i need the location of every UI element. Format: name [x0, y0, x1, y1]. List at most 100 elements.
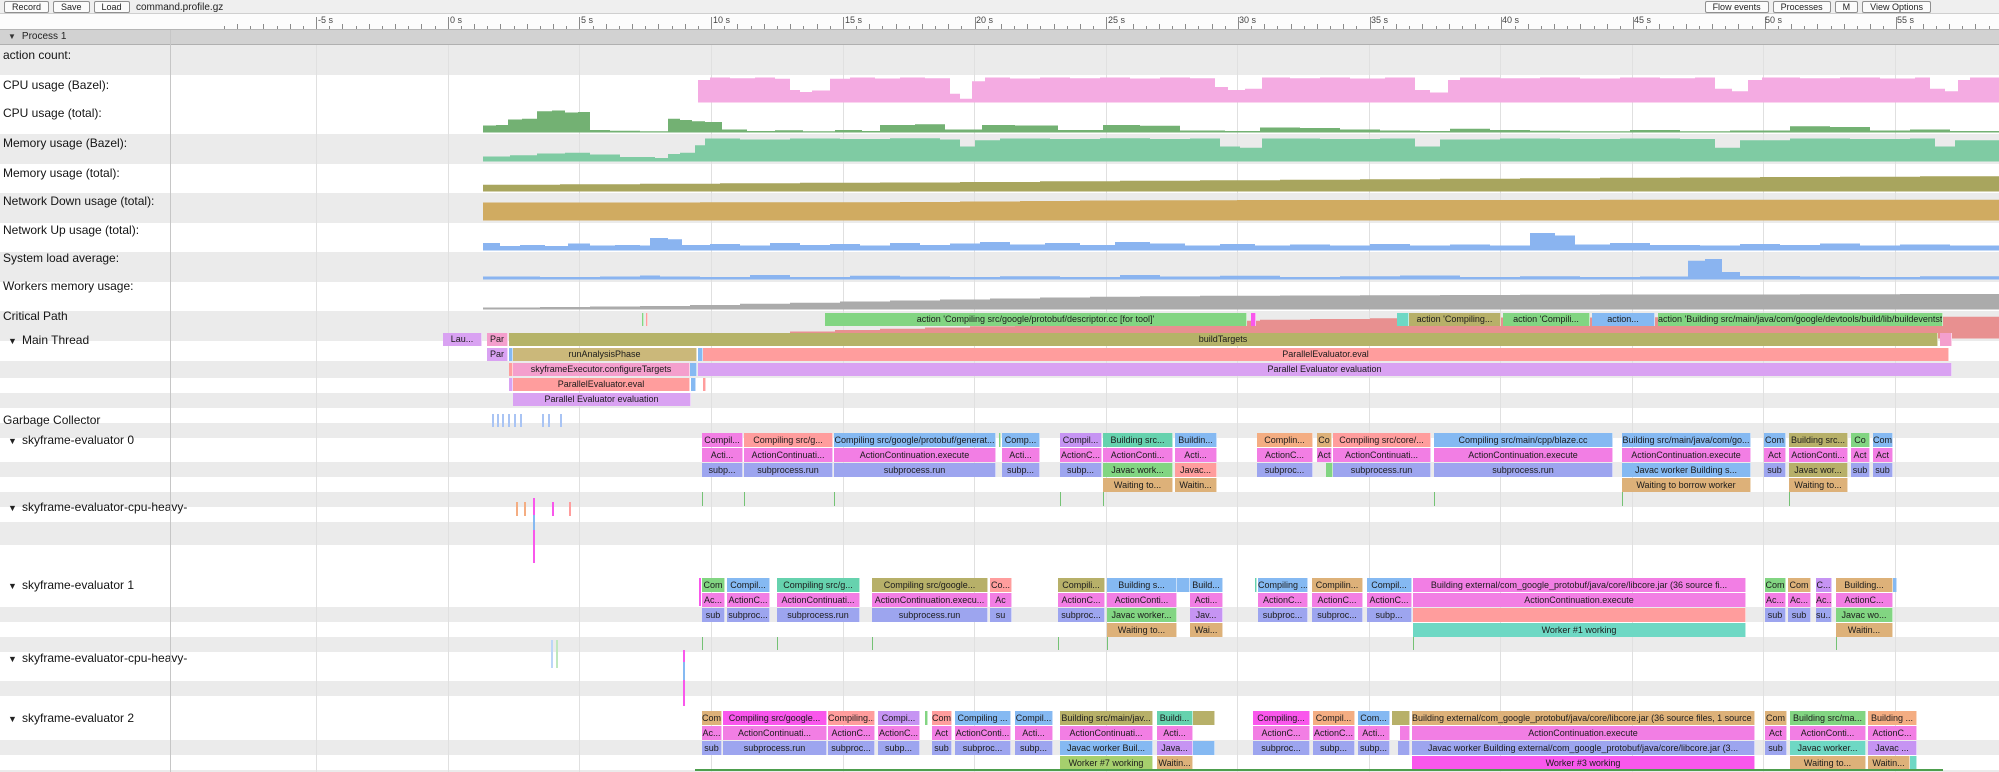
trace-block-compiling-src-google[interactable]: Compiling src/google...: [872, 578, 988, 592]
trace-block-compiling-src-g[interactable]: Compiling src/g...: [744, 433, 833, 447]
toolbar-button-flow-events[interactable]: Flow events: [1705, 1, 1769, 13]
trace-block-waitin[interactable]: Waitin...: [1157, 756, 1193, 770]
trace-block-worker-1-working[interactable]: Worker #1 working: [1413, 623, 1746, 637]
trace-block-compiling-src-g[interactable]: Compiling src/g...: [777, 578, 860, 592]
trace-block-subproc[interactable]: subproc...: [1257, 463, 1313, 477]
trace-block-javac-wo[interactable]: Javac wo...: [1836, 608, 1893, 622]
trace-block-building-src-main-jav[interactable]: Building src/main/jav...: [1060, 711, 1153, 725]
trace-block-com[interactable]: Com: [1765, 578, 1786, 592]
trace-block-skyframeexecutor-configuretargets[interactable]: skyframeExecutor.configureTargets: [513, 363, 690, 376]
trace-block-skyframe-evaluator-0[interactable]: [1326, 463, 1333, 477]
thread-label-main-thread[interactable]: ▼Main Thread: [3, 333, 89, 347]
trace-block-actionconti[interactable]: ActionConti...: [1789, 448, 1848, 462]
trace-block-buildin[interactable]: Buildin...: [1175, 433, 1217, 447]
trace-block-subp[interactable]: subp...: [1060, 463, 1102, 477]
trace-block-acti[interactable]: Acti...: [1015, 726, 1053, 740]
event-tick-garbage-collector[interactable]: [520, 414, 522, 427]
trace-block-com[interactable]: Com: [702, 578, 725, 592]
trace-block-action-compiling[interactable]: action 'Compiling...: [1409, 313, 1501, 326]
trace-block-skyframe-evaluator-2[interactable]: [1193, 741, 1215, 755]
trace-block-building-src-main-java-com-go[interactable]: Building src/main/java/com/go...: [1622, 433, 1751, 447]
event-tick-skyframe-evaluator-cpu-heavy-0[interactable]: [533, 515, 535, 530]
trace-block-complin[interactable]: Complin...: [1257, 433, 1313, 447]
event-tick-skyframe-evaluator-cpu-heavy-1[interactable]: [556, 640, 558, 668]
trace-block-actioncontinuation-execute[interactable]: ActionContinuation.execute: [1622, 448, 1751, 462]
trace-block-subprocess-run[interactable]: subprocess.run: [723, 741, 827, 755]
trace-block-building-src-ma[interactable]: Building src/ma...: [1790, 711, 1866, 725]
trace-block-waiting-to-borrow-worker[interactable]: Waiting to borrow worker: [1622, 478, 1751, 492]
trace-block-javac-worker-building-external-com-googl[interactable]: Javac worker Building external/com_googl…: [1412, 741, 1755, 755]
trace-block-c[interactable]: C...: [1816, 578, 1832, 592]
toolbar-button-save[interactable]: Save: [53, 1, 90, 13]
trace-block-actionc[interactable]: ActionC...: [1868, 726, 1917, 740]
trace-block-compilin[interactable]: Compilin...: [1312, 578, 1363, 592]
trace-block-waitin[interactable]: Waitin...: [1868, 756, 1910, 770]
trace-block-sub[interactable]: sub: [1873, 463, 1893, 477]
thread-label-skyframe-evaluator-cpu-heavy[interactable]: ▼skyframe-evaluator-cpu-heavy-: [3, 500, 187, 514]
trace-block-subprocess-run[interactable]: subprocess.run: [1434, 463, 1613, 477]
trace-block-actionc[interactable]: ActionC...: [1258, 593, 1308, 607]
trace-block-sub[interactable]: sub: [1764, 463, 1786, 477]
event-tick-garbage-collector[interactable]: [492, 414, 494, 427]
trace-block-actionc[interactable]: ActionC...: [1060, 448, 1102, 462]
trace-block-subproc[interactable]: subproc...: [727, 608, 770, 622]
trace-block-ac[interactable]: Ac...: [1788, 593, 1811, 607]
trace-block-sub[interactable]: sub: [1851, 463, 1870, 477]
trace-block-subp[interactable]: subp...: [1367, 608, 1412, 622]
trace-block-worker-7-working[interactable]: Worker #7 working: [1060, 756, 1153, 770]
trace-block-critical-path[interactable]: [646, 313, 648, 326]
chevron-down-icon[interactable]: ▼: [8, 581, 22, 591]
trace-block-acti[interactable]: Acti...: [1358, 726, 1390, 740]
trace-block-co[interactable]: Co...: [990, 578, 1012, 592]
trace-block-compiling-src-google[interactable]: Compiling src/google...: [723, 711, 827, 725]
trace-block-buildtargets[interactable]: buildTargets: [509, 333, 1938, 346]
event-tick-garbage-collector[interactable]: [548, 414, 550, 427]
chevron-down-icon[interactable]: ▼: [8, 436, 22, 446]
trace-block-build[interactable]: Build...: [1190, 578, 1223, 592]
event-tick-garbage-collector[interactable]: [508, 414, 510, 427]
trace-block-par[interactable]: Par: [487, 333, 508, 346]
trace-block-com[interactable]: Com: [1788, 578, 1811, 592]
trace-block-compi[interactable]: Compi...: [878, 711, 920, 725]
trace-block-sub[interactable]: sub: [702, 608, 725, 622]
trace-block-action-building-src-main-java-com-google[interactable]: action 'Building src/main/java/com/googl…: [1658, 313, 1943, 326]
toolbar-button-m[interactable]: M: [1835, 1, 1859, 13]
event-tick-skyframe-evaluator-cpu-heavy-0[interactable]: [524, 502, 526, 516]
trace-block-compiling[interactable]: Compiling ...: [955, 711, 1011, 725]
trace-block-waiting-to[interactable]: Waiting to...: [1107, 623, 1177, 637]
trace-block-building-s[interactable]: Building s...: [1107, 578, 1177, 592]
trace-block-co[interactable]: Co: [1851, 433, 1870, 447]
trace-block-ac[interactable]: Ac...: [702, 593, 725, 607]
trace-block-actionc[interactable]: ActionC...: [1253, 726, 1310, 740]
trace-block-compiling[interactable]: Compiling...: [828, 711, 875, 725]
trace-block-skyframe-evaluator-2[interactable]: [1398, 741, 1410, 755]
thread-label-skyframe-evaluator-1[interactable]: ▼skyframe-evaluator 1: [3, 578, 134, 592]
trace-block-lau[interactable]: Lau...: [443, 333, 482, 346]
trace-block-skyframe-evaluator-2[interactable]: [1193, 711, 1215, 725]
trace-block-building[interactable]: Building...: [1836, 578, 1893, 592]
toolbar-button-view-options[interactable]: View Options: [1862, 1, 1931, 13]
event-tick-garbage-collector[interactable]: [542, 414, 544, 427]
trace-block-critical-path[interactable]: [642, 313, 644, 326]
trace-block-compil[interactable]: Compil...: [1015, 711, 1053, 725]
trace-block-javac-worker-building-s[interactable]: Javac worker Building s...: [1622, 463, 1751, 477]
trace-block-actioncontinuati[interactable]: ActionContinuati...: [1333, 448, 1431, 462]
trace-block-subp[interactable]: subp...: [702, 463, 743, 477]
trace-block-javac-worker[interactable]: Javac worker...: [1107, 608, 1177, 622]
trace-block-skyframe-evaluator-2[interactable]: [925, 711, 928, 725]
trace-block-actioncontinuation-execute[interactable]: ActionContinuation.execute: [1434, 448, 1613, 462]
trace-block-building-src[interactable]: Building src...: [1789, 433, 1848, 447]
trace-block-com[interactable]: Com...: [1358, 711, 1390, 725]
trace-block-ac[interactable]: Ac...: [1816, 593, 1832, 607]
trace-block-wai[interactable]: Wai...: [1190, 623, 1223, 637]
trace-block-comp[interactable]: Comp...: [1002, 433, 1040, 447]
event-tick-skyframe-evaluator-cpu-heavy-0[interactable]: [516, 502, 518, 516]
trace-block-subprocess-run[interactable]: subprocess.run: [777, 608, 860, 622]
trace-block-jav[interactable]: Jav...: [1190, 608, 1223, 622]
trace-block-javac[interactable]: Javac ...: [1868, 741, 1917, 755]
trace-block-skyframe-evaluator-2[interactable]: [1392, 711, 1410, 725]
trace-block-waiting-to[interactable]: Waiting to...: [1789, 478, 1848, 492]
trace-block-compiling-src-core[interactable]: Compiling src/core/...: [1333, 433, 1431, 447]
trace-block-par[interactable]: Par: [487, 348, 508, 361]
trace-block-javac-worker[interactable]: Javac worker...: [1790, 741, 1866, 755]
